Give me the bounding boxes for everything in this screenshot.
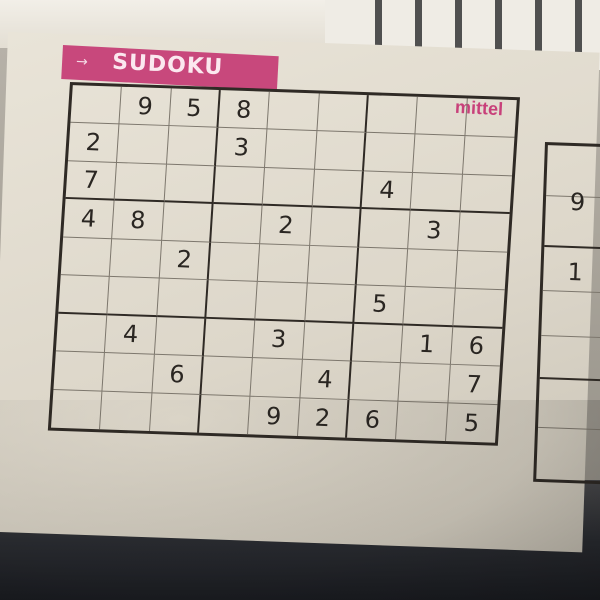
- sudoku-cell-r9c6: 2: [297, 397, 350, 438]
- sudoku-cell-r3c8: [410, 172, 463, 213]
- sudoku-cell-r2c1: 2: [67, 123, 120, 163]
- sudoku-cell-r8c4: [201, 356, 254, 397]
- grid-line-fragment: [575, 0, 582, 56]
- sudoku-cell-r2c4: 3: [215, 128, 268, 168]
- sudoku-cell-r3c3: [164, 164, 216, 205]
- sudoku-cell-r3c1: 7: [65, 161, 118, 201]
- sudoku-cell-r8c2: [102, 353, 155, 393]
- grid-line: [539, 376, 600, 382]
- sudoku-cell-r5c8: [406, 249, 458, 289]
- sudoku-cell-r4c4: [211, 204, 263, 245]
- sudoku-cell-r3c2: [114, 162, 167, 203]
- sudoku-cell-r4c6: [309, 207, 362, 248]
- sudoku-cell-r1c3: 5: [169, 88, 221, 129]
- sudoku-cell-r5c2: [110, 238, 162, 279]
- grid-line: [538, 426, 600, 431]
- sudoku-cell-r8c9: 7: [448, 364, 500, 405]
- sudoku-cell-r1c6: [317, 93, 369, 134]
- sudoku-cell-r6c1: [58, 275, 111, 316]
- sudoku-cell-r5c5: [258, 244, 310, 284]
- sudoku-cell-r6c2: [107, 277, 160, 317]
- sudoku-cell-r4c9: [457, 212, 510, 253]
- sudoku-cell-r7c4: [203, 318, 256, 359]
- sudoku-cell-r8c8: [398, 363, 451, 403]
- sudoku-cell-r7c3: [154, 316, 207, 357]
- sudoku-cell-r7c6: [302, 321, 355, 362]
- sudoku-cell-r3c9: [460, 174, 512, 215]
- sudoku-cell-r8c3: 6: [152, 354, 204, 395]
- sudoku-cell-r7c7: [351, 323, 404, 364]
- sudoku-cell-r6c6: [304, 283, 357, 324]
- sudoku-cell-r2c5: [265, 129, 318, 170]
- sudoku-cell-r7c1: [55, 313, 108, 354]
- sudoku-cell-r9c9: 5: [463, 408, 481, 437]
- sudoku-cell-r7c8: 1: [401, 325, 453, 365]
- sudoku-cell-r5c1: [60, 237, 113, 278]
- sudoku-cell-r1c4: 8: [218, 90, 271, 130]
- sudoku-cell-r1c7: [366, 95, 419, 135]
- sudoku-cell-r1c9: [465, 98, 517, 139]
- sudoku-grid: 958237448232543166479265: [47, 82, 520, 446]
- sudoku-cell-r7c2: 4: [105, 315, 157, 355]
- sudoku-cell-r4c2: 8: [112, 200, 165, 241]
- sudoku-cell-r5c4: [208, 242, 261, 283]
- sudoku-cell-r5c6: [307, 245, 360, 286]
- sudoku-cell-r1c8: [415, 96, 468, 137]
- sudoku-cell-r6c3: [156, 278, 209, 319]
- sudoku-cell-r6c4: [206, 280, 259, 321]
- sudoku-cell-r6c7: 5: [354, 285, 407, 326]
- sudoku-cell-r2c9: [462, 136, 515, 177]
- sudoku-cell-r5c7: [356, 247, 409, 288]
- sudoku-cell-r4c7: [359, 209, 411, 250]
- sudoku-cell-r2c7: [363, 133, 416, 173]
- arrow-icon: →: [75, 53, 89, 71]
- sudoku-cell-r9c4: [198, 394, 251, 435]
- sudoku-cell-r2c2: [117, 124, 170, 165]
- sudoku-cell-r4c8: 3: [408, 210, 461, 251]
- sudoku-cell-r7c9: 6: [450, 326, 503, 367]
- sudoku-cell-r4c1: 4: [63, 199, 115, 239]
- sudoku-title: SUDOKU: [111, 49, 224, 81]
- sudoku-cell-r6c5: [255, 282, 308, 322]
- sudoku-cell-r2c3: [166, 126, 219, 167]
- sudoku-cell-r8c7: [349, 361, 402, 402]
- sudoku-cell-r9c8: [396, 401, 449, 442]
- sudoku-cell-r1c5: [267, 91, 320, 132]
- photo-scene: → SUDOKU mittel 958237448232543166479265…: [0, 0, 600, 600]
- grid-line: [541, 334, 600, 339]
- sudoku-cell-r3c5: [262, 167, 315, 208]
- grid-line: [542, 290, 600, 294]
- sudoku-cell-r1c1: [70, 85, 123, 125]
- sudoku-cell-r6c9: [452, 288, 505, 329]
- sudoku-cell-r9c2: [100, 391, 153, 431]
- grid-line-fragment: [495, 0, 502, 56]
- sudoku-cell-r1c2: 9: [119, 86, 172, 127]
- grid-line-fragment: [535, 0, 542, 56]
- sudoku-cell-r3c6: [312, 169, 364, 210]
- sudoku-cell-r2c8: [413, 134, 466, 175]
- sudoku-cell-r8c1: [53, 351, 106, 392]
- sudoku-cell-r8c5: [250, 358, 303, 398]
- sudoku-cell-r7c5: 3: [253, 320, 305, 360]
- grid-line: [544, 245, 600, 250]
- sudoku-cell-r2c6: [314, 131, 367, 172]
- sudoku-cell-r8c6: 4: [300, 359, 352, 400]
- sudoku-cell-r4c3: [161, 202, 214, 243]
- sudoku-cell-r3c7: 4: [361, 171, 414, 211]
- sudoku-cell-r5c3: 2: [159, 240, 212, 281]
- sudoku-cell-r4c5: 2: [260, 205, 313, 246]
- sudoku-cell-r3c4: [213, 166, 266, 206]
- sudoku-cell-r9c7: 6: [346, 399, 399, 440]
- side-grid-digit: 9: [569, 187, 586, 217]
- sudoku-cell-r6c8: [403, 287, 456, 327]
- sudoku-cell-r9c3: [149, 392, 202, 433]
- sudoku-cell-r9c5: 9: [248, 396, 301, 436]
- adjacent-sudoku-grid: 9 1: [533, 142, 600, 485]
- sudoku-cell-r5c9: [455, 250, 508, 291]
- side-grid-digit: 1: [566, 257, 584, 287]
- sudoku-cell-r9c1: [51, 389, 103, 430]
